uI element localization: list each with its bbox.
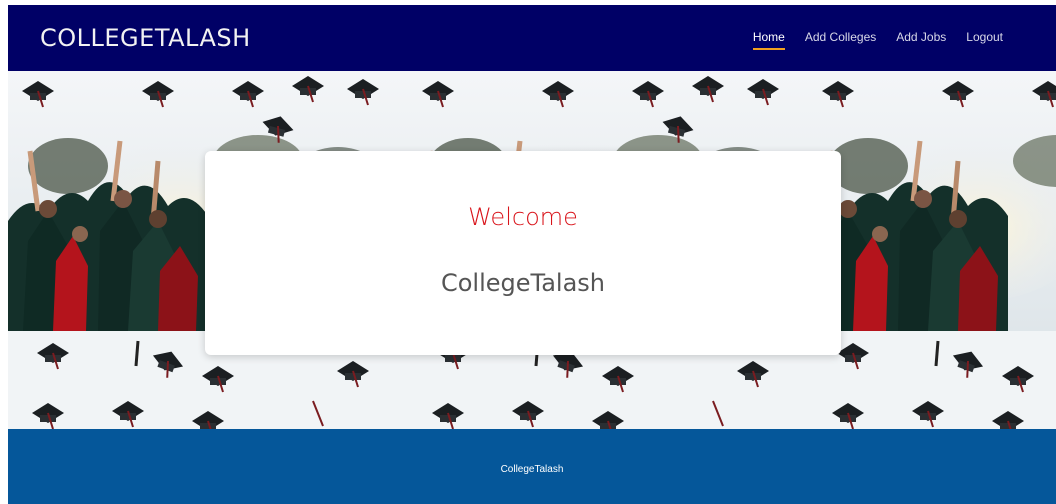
nav-add-jobs[interactable]: Add Jobs bbox=[896, 30, 946, 50]
hero-banner: Welcome CollegeTalash bbox=[8, 71, 1056, 429]
welcome-card: Welcome CollegeTalash bbox=[205, 151, 841, 355]
nav-add-colleges[interactable]: Add Colleges bbox=[805, 30, 876, 50]
brand-logo[interactable]: COLLEGETALASH bbox=[40, 24, 251, 52]
site-name: CollegeTalash bbox=[440, 269, 606, 297]
navbar: COLLEGETALASH Home Add Colleges Add Jobs… bbox=[8, 5, 1056, 71]
nav-logout[interactable]: Logout bbox=[966, 30, 1003, 50]
footer-text: CollegeTalash bbox=[500, 464, 564, 475]
nav-home[interactable]: Home bbox=[752, 30, 785, 50]
footer: CollegeTalash bbox=[8, 429, 1056, 504]
nav-menu: Home Add Colleges Add Jobs Logout bbox=[752, 30, 1003, 50]
welcome-heading: Welcome bbox=[468, 203, 578, 231]
page: COLLEGETALASH Home Add Colleges Add Jobs… bbox=[8, 5, 1056, 504]
